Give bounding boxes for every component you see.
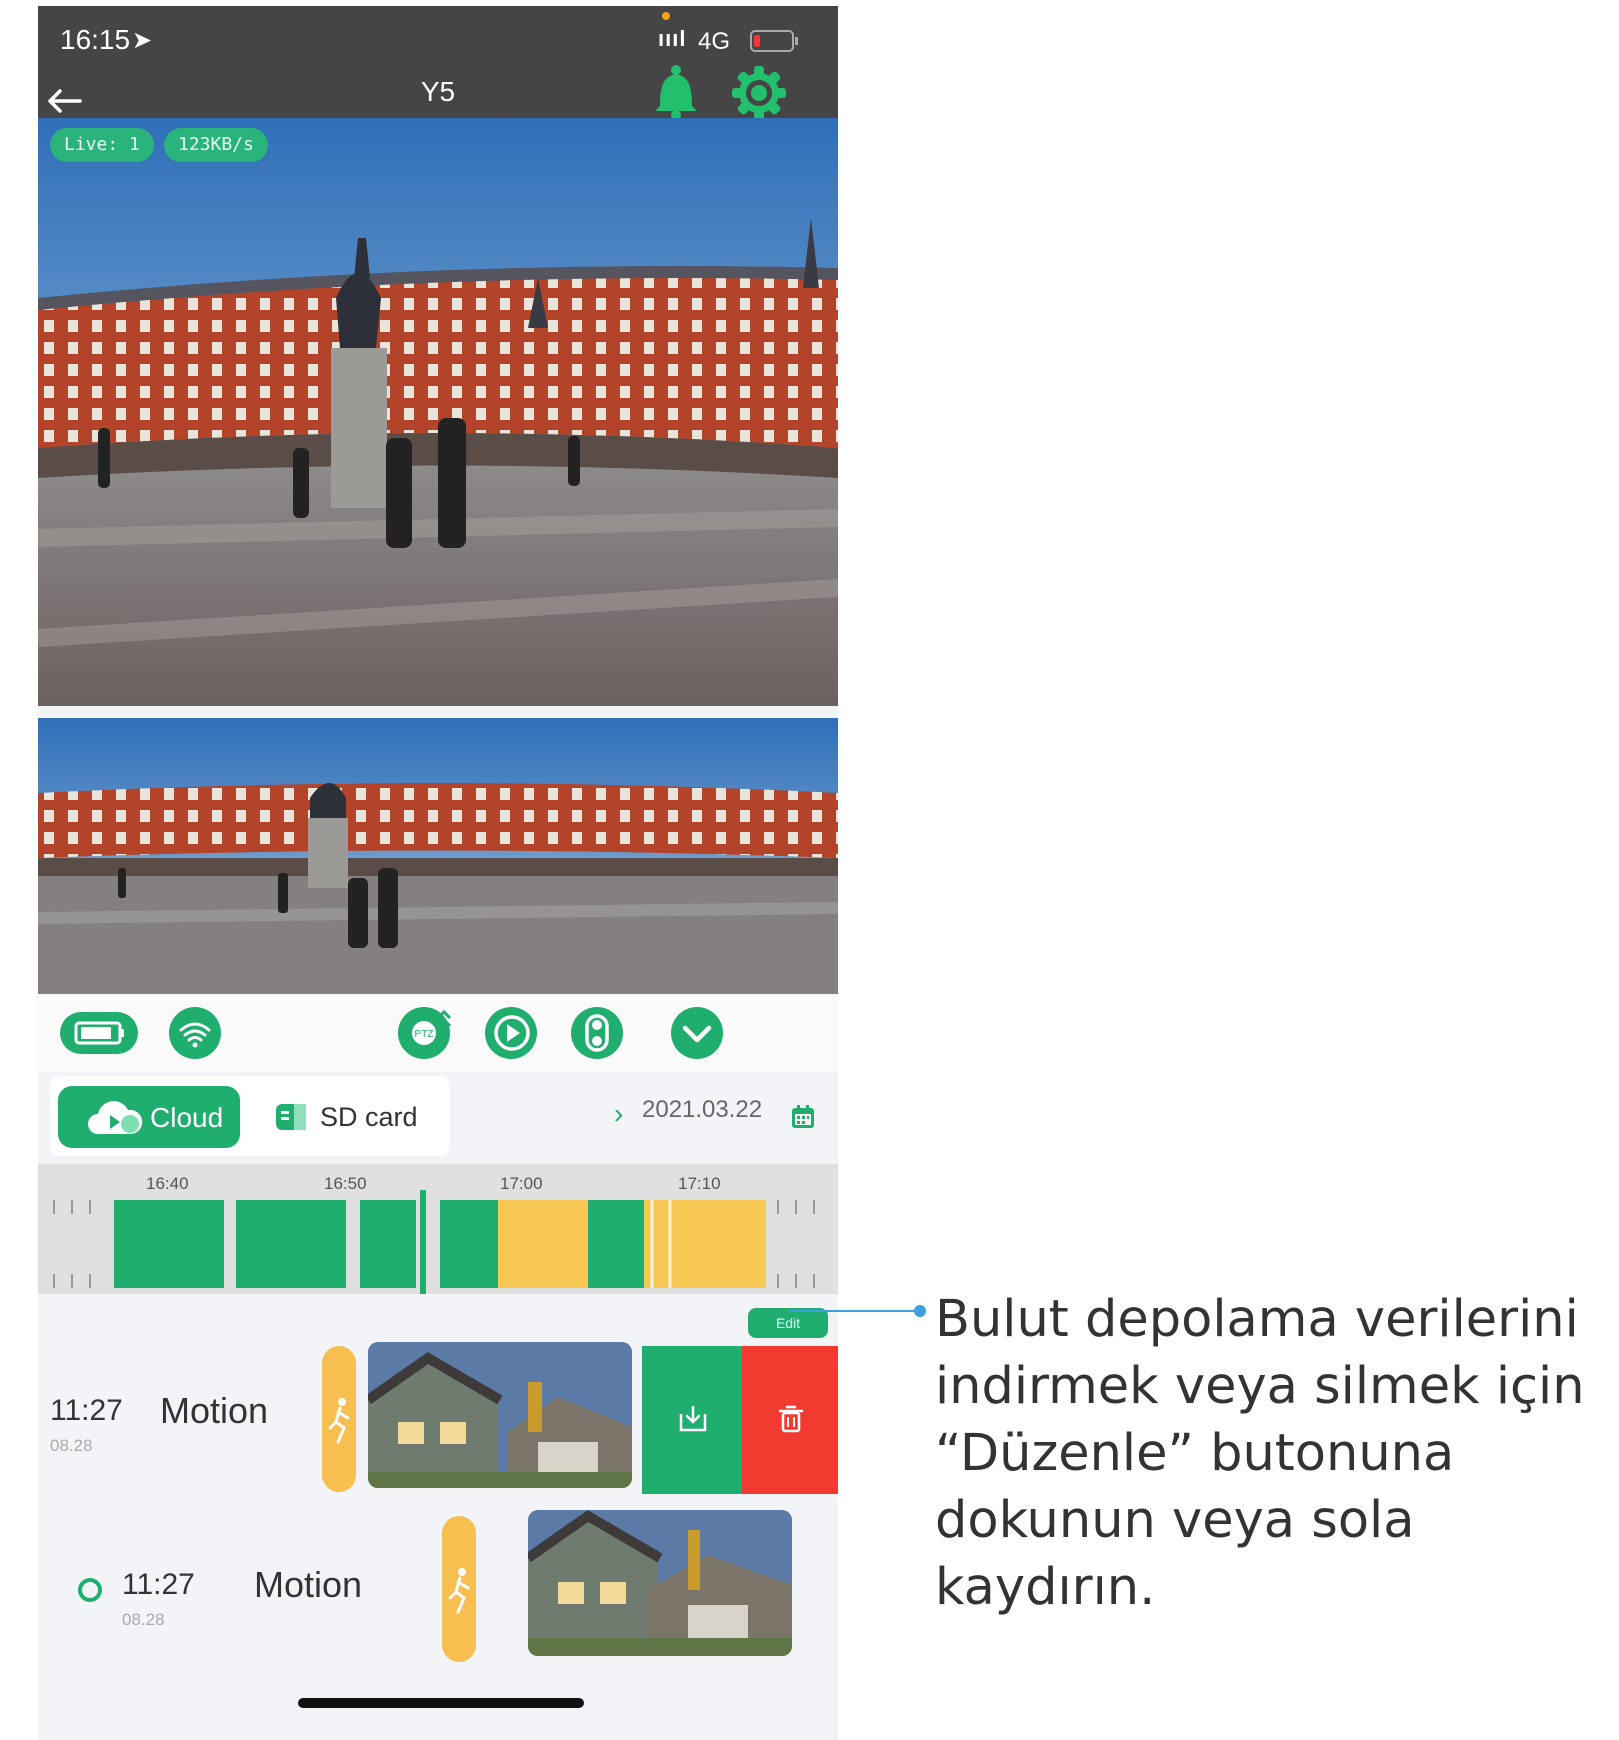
battery-status-icon xyxy=(750,30,798,52)
recording-timeline[interactable]: 16:40 16:50 17:00 17:10 xyxy=(38,1164,838,1294)
chevron-down-icon[interactable] xyxy=(668,1004,726,1062)
event-time: 11:27 xyxy=(50,1394,123,1427)
house-snapshot xyxy=(528,1510,792,1656)
tab-cloud[interactable]: Cloud xyxy=(58,1086,240,1148)
storage-tabs: Cloud SD card xyxy=(50,1076,450,1156)
edit-button[interactable]: Edit xyxy=(748,1308,828,1338)
privacy-indicator-dot xyxy=(662,12,670,20)
location-arrow-icon: ➤ xyxy=(132,27,153,54)
chevron-right-icon[interactable]: › xyxy=(614,1098,623,1130)
playback-icon[interactable] xyxy=(482,1004,540,1062)
camera-battery-icon[interactable] xyxy=(56,1004,146,1062)
delete-button[interactable] xyxy=(742,1346,838,1494)
callout-connector xyxy=(790,1310,922,1312)
svg-text:PTZ: PTZ xyxy=(415,1029,434,1040)
house-snapshot xyxy=(368,1342,632,1488)
event-type: Motion xyxy=(254,1564,363,1605)
page-title: Y5 xyxy=(420,76,456,107)
motion-badge xyxy=(322,1346,356,1492)
timeline-label: 16:40 xyxy=(146,1174,189,1193)
timeline-cursor[interactable] xyxy=(420,1190,426,1294)
status-time: 16:15 xyxy=(60,24,131,55)
calendar-icon[interactable] xyxy=(790,1104,816,1130)
ptz-control-icon[interactable]: PTZ xyxy=(394,1004,458,1062)
camera-toolbar: PTZ xyxy=(38,994,838,1072)
running-person-icon xyxy=(328,1398,350,1444)
timeline-label: 17:00 xyxy=(500,1174,543,1193)
panorama-view-bottom xyxy=(38,718,838,994)
event-row[interactable]: 11:27 08.28 Motion xyxy=(38,1506,838,1666)
callout-text: Bulut depolama verilerini indirmek veya … xyxy=(935,1290,1585,1617)
bell-icon[interactable] xyxy=(650,64,702,120)
timeline-label: 17:10 xyxy=(678,1174,721,1193)
timeline-ticks xyxy=(53,1200,815,1288)
live-viewers-badge: Live: 1 xyxy=(50,128,154,162)
download-button[interactable] xyxy=(642,1346,742,1494)
bitrate-badge: 123KB/s xyxy=(164,128,268,162)
event-type: Motion xyxy=(160,1390,269,1431)
selected-date[interactable]: 2021.03.22 xyxy=(642,1096,762,1124)
download-icon xyxy=(679,1405,707,1432)
wifi-signal-icon[interactable] xyxy=(166,1004,224,1062)
timeline-label: 16:50 xyxy=(324,1174,367,1193)
cloud-icon xyxy=(88,1101,143,1134)
trash-icon xyxy=(778,1405,804,1433)
network-type: 4G xyxy=(698,28,731,55)
gear-icon[interactable] xyxy=(730,64,788,122)
event-date: 08.28 xyxy=(50,1436,93,1455)
home-indicator[interactable] xyxy=(298,1698,584,1708)
event-row[interactable]: 11:27 08.28 Motion xyxy=(38,1336,838,1496)
running-person-icon xyxy=(448,1568,470,1614)
switch-icon[interactable] xyxy=(568,1004,626,1062)
panorama-view-top xyxy=(38,118,838,706)
phone-screen: 16:15 ➤ ıııl 4G Y5 Live: 1 123KB/s PTZ C… xyxy=(38,6,838,1740)
event-thumbnail[interactable] xyxy=(528,1510,792,1656)
tab-sd-card-label: SD card xyxy=(320,1102,418,1132)
event-time: 11:27 xyxy=(122,1568,195,1601)
tab-cloud-label: Cloud xyxy=(150,1102,224,1133)
header-bar: 16:15 ➤ ıııl 4G Y5 xyxy=(38,6,838,120)
live-video-view[interactable] xyxy=(38,118,838,994)
signal-icon: ıııl xyxy=(658,26,687,51)
callout-dot xyxy=(914,1305,926,1317)
event-date: 08.28 xyxy=(122,1610,165,1629)
motion-badge xyxy=(442,1516,476,1662)
event-thumbnail[interactable] xyxy=(368,1342,632,1488)
selection-circle-icon[interactable] xyxy=(76,1576,104,1604)
sd-card-icon xyxy=(276,1104,306,1130)
